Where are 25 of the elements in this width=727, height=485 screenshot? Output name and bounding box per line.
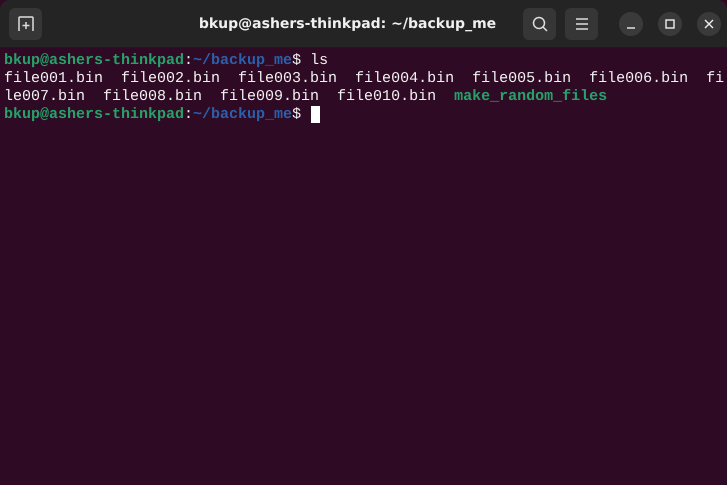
prompt-separator: : [184, 52, 194, 69]
file-listing: le007.bin file008.bin file009.bin file010.bin [4, 88, 438, 105]
prompt-user-host: bkup@ashers-thinkpad [4, 52, 184, 69]
search-icon [530, 14, 548, 32]
maximize-button[interactable] [658, 12, 682, 36]
prompt-separator: $ [292, 106, 302, 123]
window-title: bkup@ashers-thinkpad: ~/backup_me [198, 16, 498, 32]
prompt-user-host: bkup@ashers-thinkpad [4, 106, 184, 123]
new-tab-button[interactable] [9, 8, 42, 40]
prompt-separator: : [184, 106, 194, 123]
minimize-icon [627, 26, 635, 28]
executable-name: make_random_files [454, 88, 608, 105]
new-tab-icon [16, 14, 34, 32]
menu-button[interactable] [565, 8, 598, 40]
prompt-path: ~/backup_me [193, 52, 292, 69]
close-icon [704, 18, 714, 28]
close-button[interactable] [697, 12, 721, 36]
menu-icon [574, 18, 588, 30]
maximize-icon [665, 18, 675, 28]
prompt-path: ~/backup_me [193, 106, 292, 123]
prompt-separator: $ [292, 52, 302, 69]
command-text: ls [310, 52, 328, 69]
minimize-button[interactable] [619, 12, 643, 36]
search-button[interactable] [523, 8, 556, 40]
file-listing: file001.bin file002.bin file003.bin file004.bin file005.bin file006.bin fi [4, 70, 724, 87]
